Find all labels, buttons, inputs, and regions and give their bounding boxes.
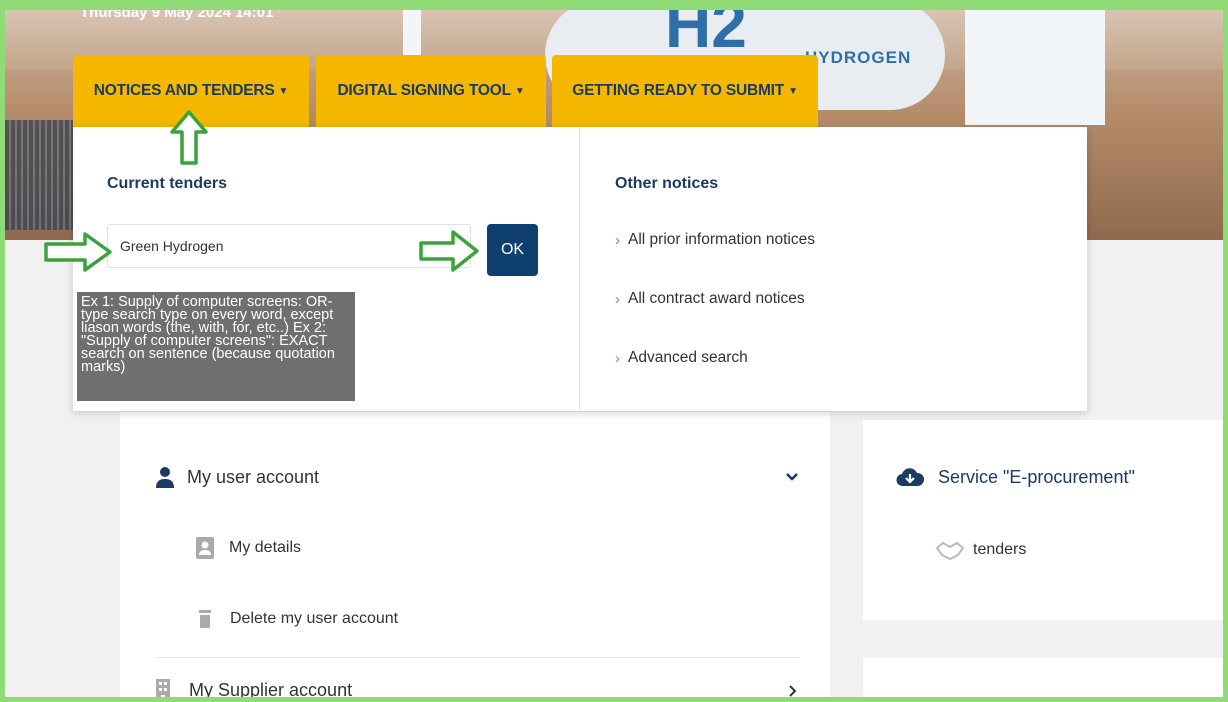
dropdown-divider — [579, 127, 580, 411]
chevron-down-icon[interactable] — [785, 472, 799, 482]
hydrogen-logo-word: HYDROGEN — [805, 48, 912, 67]
tab-label: NOTICES AND TENDERS — [93, 82, 275, 99]
notices-dropdown-menu: Current tenders Green Hydrogen OK Ex 1: … — [73, 127, 1087, 411]
screenshot-frame: H2 HYDROGEN Thursday 9 May 2024 14:01 NO… — [0, 0, 1228, 702]
service-label: tenders — [973, 541, 1027, 558]
handshake-icon — [935, 541, 965, 560]
caret-down-icon: ▼ — [788, 85, 798, 97]
link-advanced-search[interactable]: › Advanced search — [615, 349, 748, 367]
menu-label: Delete my user account — [230, 610, 399, 627]
service-tenders-link[interactable]: tenders — [935, 540, 1026, 560]
menu-my-supplier-account[interactable]: My Supplier account — [155, 678, 353, 700]
chevron-right-icon[interactable] — [788, 684, 798, 698]
menu-label: My details — [229, 539, 302, 556]
cloud-download-icon — [896, 468, 924, 487]
menu-my-details[interactable]: My details — [195, 536, 301, 560]
date-time: Thursday 9 May 2024 14:01 — [80, 4, 274, 21]
caret-down-icon: ▼ — [514, 85, 525, 97]
link-contract-award-notices[interactable]: › All contract award notices — [615, 290, 805, 308]
menu-label: My Supplier account — [189, 679, 353, 700]
tab-label: DIGITAL SIGNING TOOL — [337, 82, 511, 99]
caret-down-icon: ▼ — [278, 85, 289, 97]
link-label: Advanced search — [628, 349, 748, 366]
tab-label: GETTING READY TO SUBMIT — [572, 82, 785, 99]
search-help-tooltip: Ex 1: Supply of computer screens: OR-typ… — [77, 292, 355, 401]
ok-button[interactable]: OK — [487, 224, 538, 276]
chevron-right-icon: › — [615, 349, 620, 367]
tab-digital-signing-tool[interactable]: DIGITAL SIGNING TOOL ▼ — [316, 55, 546, 127]
h2-logo-text: H2 — [665, 0, 747, 61]
link-label: All prior information notices — [628, 231, 815, 248]
id-card-icon — [196, 537, 214, 559]
service-title: Service "E-procurement" — [938, 466, 1135, 487]
link-label: All contract award notices — [628, 290, 805, 307]
other-notices-heading: Other notices — [615, 175, 719, 192]
annotation-arrow-up-icon — [170, 110, 208, 165]
tender-search-input[interactable]: Green Hydrogen — [107, 224, 471, 268]
trash-icon — [199, 610, 211, 628]
link-prior-information-notices[interactable]: › All prior information notices — [615, 231, 815, 249]
menu-label: My user account — [187, 466, 320, 487]
chevron-right-icon: › — [615, 290, 620, 308]
annotation-arrow-right-icon — [44, 232, 112, 272]
services-card-lower — [863, 658, 1223, 697]
current-tenders-heading: Current tenders — [107, 175, 228, 192]
divider — [157, 657, 800, 658]
annotation-arrow-right-icon — [419, 230, 479, 272]
service-e-procurement[interactable]: Service "E-procurement" — [896, 466, 1135, 488]
tab-getting-ready-to-submit[interactable]: GETTING READY TO SUBMIT ▼ — [552, 55, 818, 127]
services-card: Service "E-procurement" tenders — [863, 420, 1223, 620]
account-card: My user account My details Delete my use… — [120, 412, 830, 700]
user-icon — [156, 467, 174, 488]
menu-my-user-account[interactable]: My user account — [155, 466, 319, 488]
chevron-right-icon: › — [615, 231, 620, 249]
building-icon — [156, 679, 170, 697]
menu-delete-account[interactable]: Delete my user account — [198, 608, 398, 630]
